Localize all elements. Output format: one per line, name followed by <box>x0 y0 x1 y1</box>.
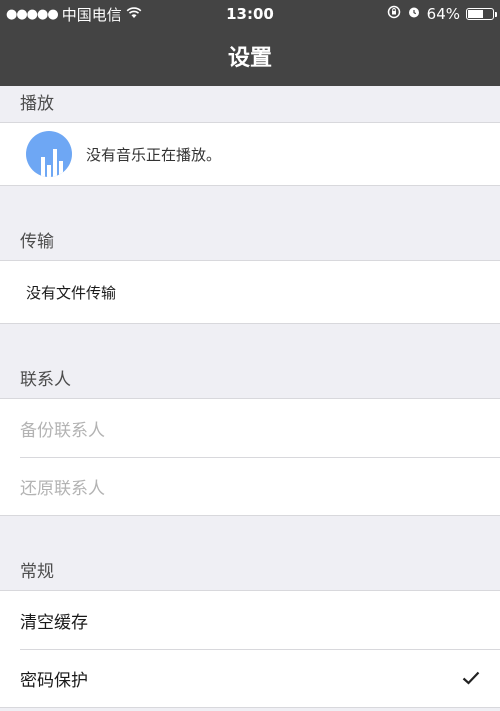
navigation-bar: ●●●●● 中国电信 13:00 64% 设置 <box>0 0 500 86</box>
backup-contacts-label: 备份联系人 <box>20 420 105 441</box>
battery-percent: 64% <box>426 5 460 23</box>
wifi-icon <box>126 5 142 23</box>
general-group: 清空缓存 密码保护 <box>0 590 500 708</box>
music-equalizer-icon <box>26 131 72 177</box>
now-playing-row[interactable]: 没有音乐正在播放。 <box>0 123 500 185</box>
checkmark-icon <box>462 666 480 690</box>
status-bar: ●●●●● 中国电信 13:00 64% <box>0 0 500 28</box>
alarm-icon <box>407 5 421 23</box>
contacts-group: 备份联系人 还原联系人 <box>0 398 500 516</box>
section-header-transfer: 传输 <box>20 232 54 252</box>
battery-icon <box>466 8 497 20</box>
backup-contacts-row[interactable]: 备份联系人 <box>0 399 500 457</box>
transfer-status: 没有文件传输 <box>26 283 117 302</box>
playback-group: 没有音乐正在播放。 <box>0 122 500 186</box>
transfer-status-row: 没有文件传输 <box>0 261 500 323</box>
restore-contacts-label: 还原联系人 <box>20 478 105 499</box>
restore-contacts-row[interactable]: 还原联系人 <box>0 457 500 515</box>
now-playing-status: 没有音乐正在播放。 <box>86 145 222 164</box>
section-header-general: 常规 <box>20 562 54 582</box>
page-title: 设置 <box>227 46 272 71</box>
transfer-group: 没有文件传输 <box>0 260 500 324</box>
section-header-playback: 播放 <box>20 94 54 114</box>
password-protection-row[interactable]: 密码保护 <box>0 649 500 707</box>
rotation-lock-icon <box>387 5 401 23</box>
clear-cache-row[interactable]: 清空缓存 <box>0 591 500 649</box>
signal-strength-icon: ●●●●● <box>6 6 59 22</box>
carrier-label: 中国电信 <box>61 5 122 24</box>
section-header-contacts: 联系人 <box>20 370 71 390</box>
clear-cache-label: 清空缓存 <box>20 612 88 633</box>
password-protection-label: 密码保护 <box>20 670 88 691</box>
